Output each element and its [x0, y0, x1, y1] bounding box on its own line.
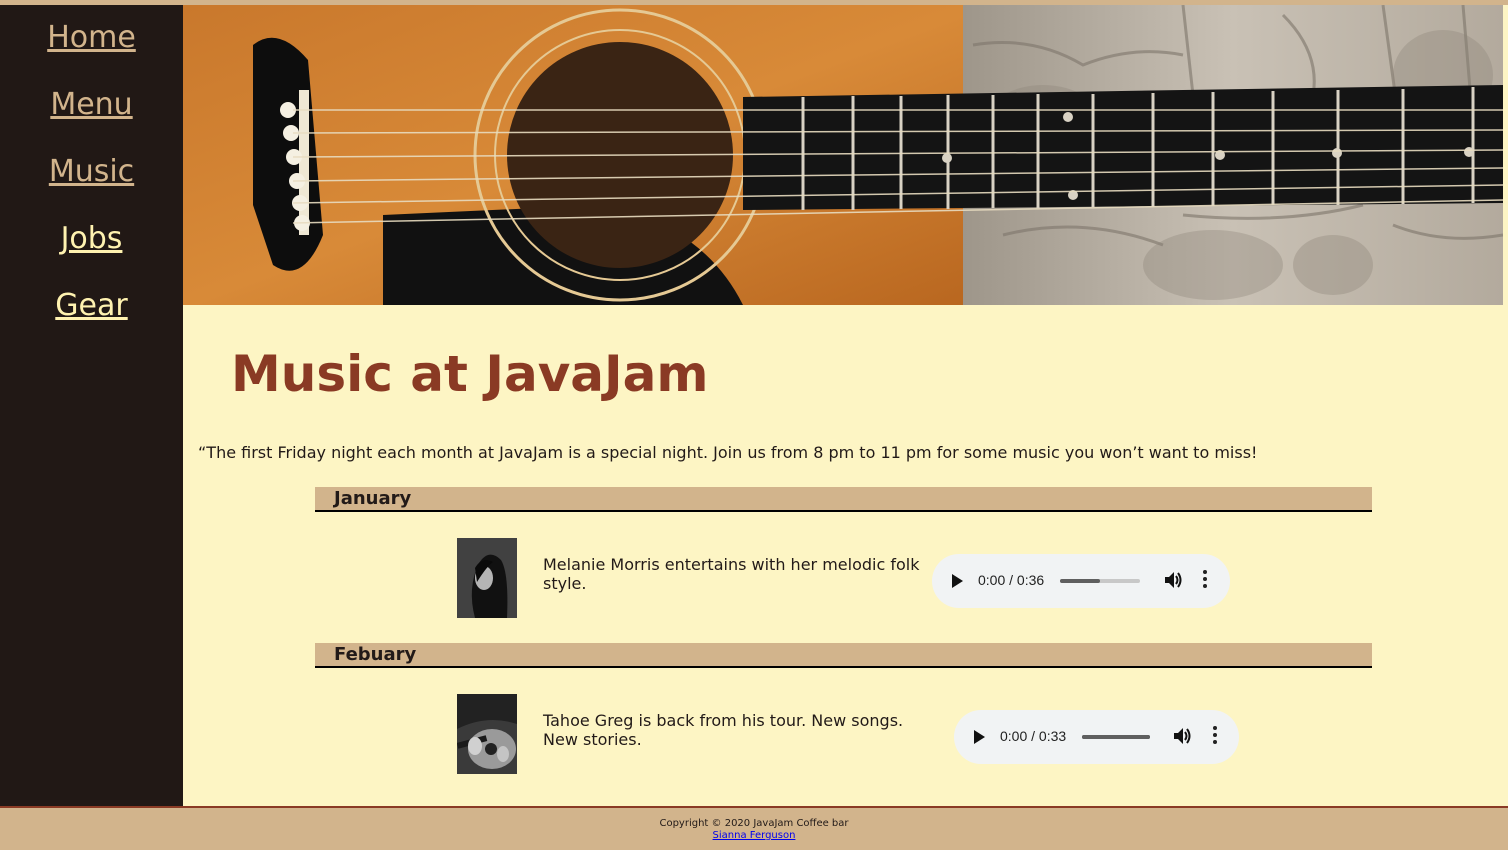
nav-jobs-link[interactable]: Jobs — [0, 221, 183, 256]
audio-progress-slider[interactable] — [1060, 579, 1140, 583]
guitarist-icon — [456, 694, 517, 774]
page-title: Music at JavaJam — [231, 345, 709, 403]
volume-icon[interactable] — [1164, 570, 1182, 593]
volume-icon[interactable] — [1173, 726, 1191, 749]
portrait-icon — [457, 538, 517, 618]
audio-time: 0:00 / 0:36 — [978, 572, 1045, 588]
audio-player[interactable]: 0:00 / 0:36 — [932, 554, 1230, 608]
audio-progress-slider[interactable] — [1082, 735, 1150, 739]
nav-gear-link[interactable]: Gear — [0, 288, 183, 323]
melanie-morris-photo — [457, 538, 517, 618]
month-heading-january: January — [315, 487, 1372, 512]
tahoe-greg-photo — [456, 694, 517, 774]
copyright-text: Copyright © 2020 JavaJam Coffee bar — [659, 818, 849, 829]
audio-time: 0:00 / 0:33 — [1000, 728, 1067, 744]
guitar-hero-image — [183, 5, 1503, 305]
play-icon[interactable] — [974, 730, 985, 744]
right-edge — [1503, 5, 1508, 806]
audio-progress-fill — [1060, 579, 1100, 583]
more-options-icon[interactable] — [1203, 570, 1207, 591]
main-content: Music at JavaJam “The first Friday night… — [183, 305, 1503, 806]
more-options-icon[interactable] — [1213, 726, 1217, 747]
page-footer: Copyright © 2020 JavaJam Coffee bar Sian… — [0, 806, 1508, 850]
nav-home-link[interactable]: Home — [0, 20, 183, 55]
nav-menu-link[interactable]: Menu — [0, 87, 183, 122]
intro-text: “The first Friday night each month at Ja… — [198, 443, 1258, 462]
event-description: Melanie Morris entertains with her melod… — [543, 555, 920, 593]
event-description: Tahoe Greg is back from his tour. New so… — [543, 711, 904, 749]
author-link[interactable]: Sianna Ferguson — [713, 830, 796, 841]
sidebar-nav: Home Menu Music Jobs Gear — [0, 5, 183, 806]
audio-progress-fill — [1082, 735, 1150, 739]
guitar-illustration — [183, 5, 1503, 305]
play-icon[interactable] — [952, 574, 963, 588]
nav-music-link[interactable]: Music — [0, 154, 183, 189]
audio-player[interactable]: 0:00 / 0:33 — [954, 710, 1239, 764]
month-heading-febuary: Febuary — [315, 643, 1372, 668]
